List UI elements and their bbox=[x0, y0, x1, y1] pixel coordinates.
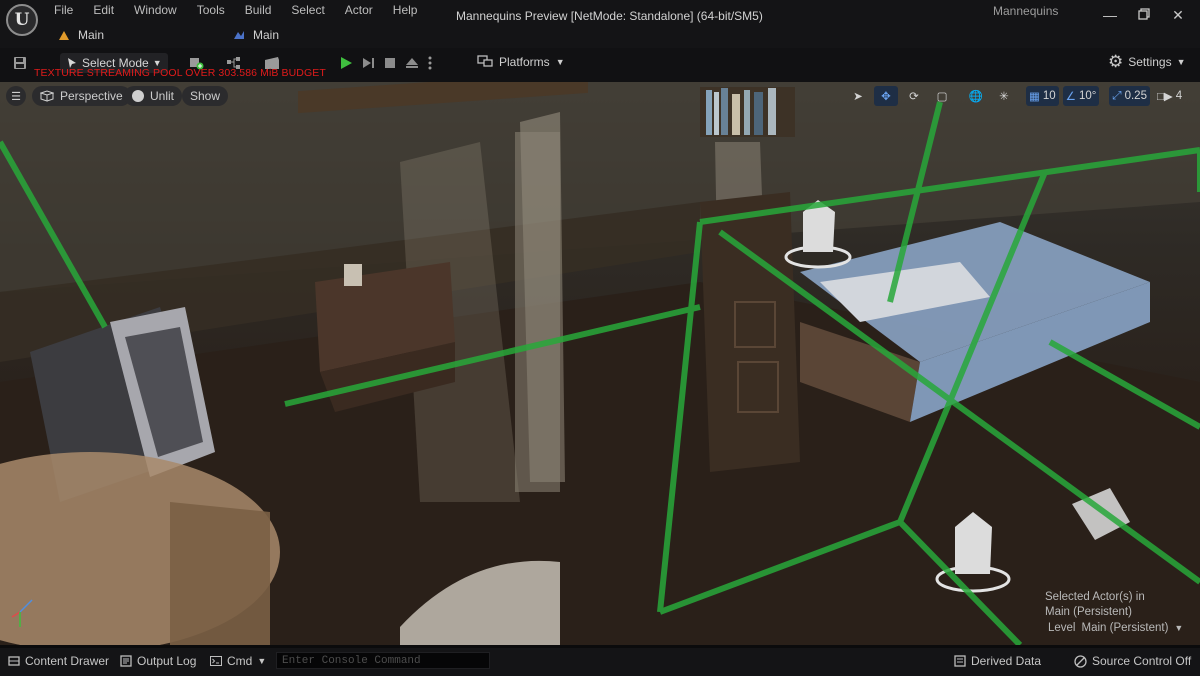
selected-actor-label: Selected Actor(s) in bbox=[1045, 591, 1145, 603]
derived-data-button[interactable]: Derived Data bbox=[954, 654, 1041, 668]
cmd-dropdown[interactable]: Cmd ▼ bbox=[210, 654, 266, 668]
tab-label: Main bbox=[78, 28, 105, 42]
rotate-tool-icon[interactable]: ⟳ bbox=[902, 86, 926, 106]
tab-main-level[interactable]: Main bbox=[58, 26, 104, 44]
view-mode-label: Unlit bbox=[150, 89, 175, 103]
settings-label: Settings bbox=[1128, 55, 1172, 69]
content-drawer-label: Content Drawer bbox=[25, 654, 110, 668]
menu-tools[interactable]: Tools bbox=[187, 2, 235, 20]
maximize-icon[interactable] bbox=[1134, 6, 1154, 24]
camera-speed-value: 4 bbox=[1175, 90, 1183, 102]
menu-help[interactable]: Help bbox=[383, 2, 428, 20]
map-icon bbox=[234, 31, 244, 39]
rotation-snap-button[interactable]: ∠ 10° bbox=[1062, 86, 1100, 106]
selected-actor-level: Main (Persistent) bbox=[1045, 606, 1132, 618]
minimize-icon[interactable]: — bbox=[1100, 6, 1120, 24]
menu-bar: File Edit Window Tools Build Select Acto… bbox=[44, 2, 427, 20]
chevron-down-icon: ▼ bbox=[257, 656, 267, 666]
source-control-button[interactable]: Source Control Off bbox=[1074, 654, 1191, 668]
perspective-label: Perspective bbox=[60, 89, 123, 103]
perspective-button[interactable]: Perspective bbox=[32, 86, 131, 106]
rotation-snap-value: 10° bbox=[1078, 90, 1097, 102]
grid-snap-button[interactable]: ▦ 10 bbox=[1026, 86, 1059, 106]
viewport-transform-toolbar: ➤ ✥ ⟳ ▢ 🌐 ✳ ▦ 10 ∠ 10° ⤢ 0.25 □▶ 4 ⊞ bbox=[846, 86, 1200, 106]
skip-icon[interactable] bbox=[360, 55, 376, 71]
output-log-label: Output Log bbox=[137, 654, 197, 668]
chevron-down-icon: ▼ bbox=[1176, 57, 1186, 67]
menu-select[interactable]: Select bbox=[281, 2, 334, 20]
show-label: Show bbox=[190, 89, 221, 103]
level-icon bbox=[59, 31, 69, 40]
platforms-dropdown[interactable]: Platforms ▼ bbox=[477, 55, 565, 69]
camera-speed-button[interactable]: □▶ 4 bbox=[1154, 86, 1185, 106]
eject-icon[interactable] bbox=[404, 55, 420, 71]
derived-data-icon bbox=[954, 655, 966, 667]
unlit-icon bbox=[132, 90, 144, 102]
grid-icon: ▦ bbox=[1029, 91, 1040, 103]
save-icon[interactable] bbox=[12, 55, 28, 71]
source-control-off-icon bbox=[1074, 654, 1087, 668]
selected-actor-info: Selected Actor(s) in Main (Persistent) bbox=[1045, 590, 1145, 620]
platforms-label: Platforms bbox=[499, 55, 550, 69]
grid-snap-value: 10 bbox=[1042, 90, 1056, 102]
settings-dropdown[interactable]: ⚙ Settings ▼ bbox=[1108, 52, 1186, 71]
output-log-button[interactable]: Output Log bbox=[120, 654, 196, 668]
hamburger-icon: ☰ bbox=[11, 90, 21, 103]
camera-icon: □▶ bbox=[1156, 91, 1173, 103]
texture-streaming-warning: TEXTURE STREAMING POOL OVER 303.586 MiB … bbox=[34, 67, 326, 79]
scale-arrow-icon: ⤢ bbox=[1112, 89, 1122, 102]
menu-file[interactable]: File bbox=[44, 2, 83, 20]
content-drawer-icon bbox=[8, 656, 20, 666]
perspective-icon bbox=[40, 90, 54, 102]
terminal-icon bbox=[210, 656, 222, 666]
output-log-icon bbox=[120, 655, 132, 667]
content-drawer-button[interactable]: Content Drawer bbox=[8, 654, 109, 668]
chevron-down-icon: ▼ bbox=[1174, 623, 1184, 633]
tab-label: Main bbox=[253, 28, 280, 42]
viewport-menu-button[interactable]: ☰ bbox=[6, 86, 26, 106]
play-icon[interactable] bbox=[338, 55, 354, 71]
console-command-input[interactable] bbox=[276, 652, 490, 669]
platforms-icon bbox=[477, 55, 493, 67]
world-space-icon[interactable]: 🌐 bbox=[964, 86, 988, 106]
play-controls bbox=[338, 52, 434, 74]
window-title: Mannequins Preview [NetMode: Standalone]… bbox=[456, 9, 763, 23]
level-viewport[interactable] bbox=[0, 82, 1200, 645]
project-name: Mannequins bbox=[993, 4, 1059, 18]
select-tool-icon[interactable]: ➤ bbox=[846, 86, 870, 106]
maximize-viewport-icon[interactable]: ⊞ bbox=[1193, 86, 1200, 106]
level-label: Level bbox=[1048, 622, 1076, 634]
source-control-label: Source Control Off bbox=[1092, 654, 1192, 668]
close-icon[interactable]: ✕ bbox=[1168, 6, 1188, 24]
level-value: Main (Persistent) bbox=[1081, 622, 1169, 634]
scale-snap-value: 0.25 bbox=[1124, 90, 1147, 102]
scale-snap-button[interactable]: ⤢ 0.25 bbox=[1109, 86, 1150, 106]
menu-window[interactable]: Window bbox=[124, 2, 187, 20]
angle-icon: ∠ bbox=[1065, 91, 1076, 103]
scene-render bbox=[0, 82, 1200, 645]
derived-data-label: Derived Data bbox=[971, 654, 1042, 668]
tab-main-map[interactable]: Main bbox=[233, 26, 279, 44]
menu-actor[interactable]: Actor bbox=[335, 2, 383, 20]
more-options-icon[interactable] bbox=[426, 55, 434, 71]
scale-tool-icon[interactable]: ▢ bbox=[930, 86, 954, 106]
view-mode-button[interactable]: Unlit bbox=[124, 86, 183, 106]
unreal-logo-icon[interactable]: U bbox=[6, 4, 38, 36]
gear-icon: ⚙ bbox=[1108, 52, 1124, 71]
stop-icon[interactable] bbox=[382, 55, 398, 71]
menu-edit[interactable]: Edit bbox=[83, 2, 124, 20]
menu-build[interactable]: Build bbox=[235, 2, 282, 20]
current-level-selector[interactable]: Level Main (Persistent) ▼ bbox=[1048, 622, 1183, 634]
cmd-label: Cmd bbox=[227, 654, 253, 668]
translate-tool-icon[interactable]: ✥ bbox=[874, 86, 898, 106]
show-button[interactable]: Show bbox=[182, 86, 229, 106]
chevron-down-icon: ▼ bbox=[555, 57, 565, 67]
surface-snap-icon[interactable]: ✳ bbox=[992, 86, 1016, 106]
